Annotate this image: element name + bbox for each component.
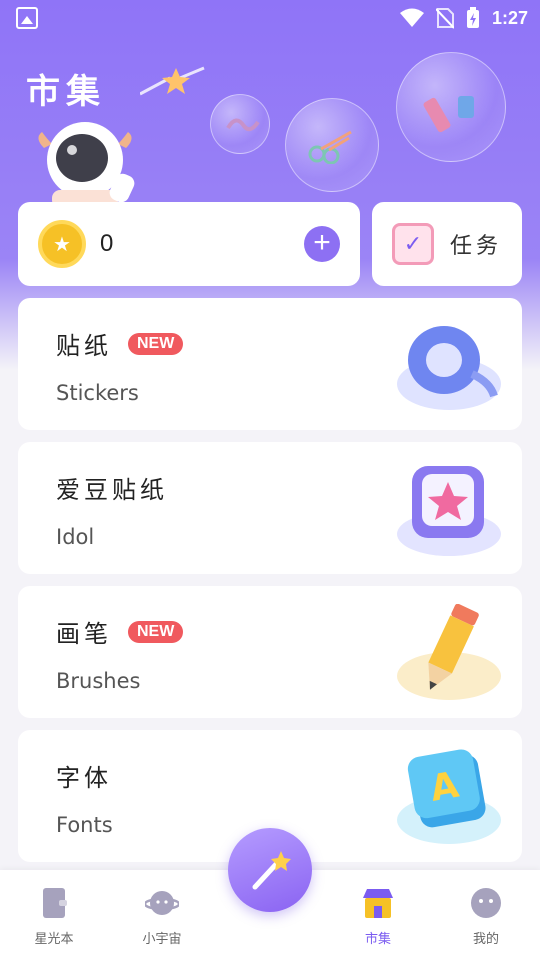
status-time: 1:27 [491, 7, 528, 28]
notebook-icon [43, 888, 67, 918]
new-badge: NEW [128, 332, 184, 355]
item-name: 画笔 [56, 620, 112, 648]
scissors-icon [308, 130, 352, 164]
stationery-icon [423, 96, 474, 133]
task-label: 任务 [450, 234, 503, 259]
tab-universe[interactable]: 小宇宙 [108, 870, 216, 960]
coin-balance-card: ★ 0 + [18, 202, 360, 286]
market-item-stickers[interactable]: 贴纸 NEW Stickers [18, 298, 522, 430]
checkbox-icon: ✓ [392, 223, 434, 265]
battery-charging-icon [466, 7, 479, 28]
store-icon [363, 889, 393, 918]
add-coins-button[interactable]: + [304, 226, 340, 262]
letter-block-icon: A [397, 749, 501, 844]
tab-label: 我的 [472, 932, 499, 947]
new-badge: NEW [128, 620, 184, 643]
create-fab-button[interactable] [228, 828, 312, 912]
tape-roll-icon [397, 326, 501, 410]
planet-icon [145, 891, 179, 915]
astronaut-mascot [38, 122, 135, 208]
ribbon-icon [226, 118, 260, 132]
tab-label: 市集 [364, 932, 391, 947]
pencil-icon [397, 604, 501, 700]
tab-notebook[interactable]: 星光本 [0, 870, 108, 960]
coin-balance: 0 [100, 230, 114, 257]
tab-market[interactable]: 市集 [324, 870, 432, 960]
page-title: 市集 [26, 72, 106, 112]
gallery-notification-icon [16, 7, 38, 29]
item-name: 爱豆贴纸 [56, 476, 168, 504]
task-button[interactable]: ✓ 任务 [372, 202, 522, 286]
status-bar: 1:27 [0, 0, 540, 36]
coin-icon: ★ [38, 220, 86, 268]
wifi-icon [399, 8, 424, 27]
market-item-idol[interactable]: 爱豆贴纸 Idol [18, 442, 522, 574]
tab-label: 小宇宙 [142, 932, 182, 947]
profile-icon [471, 888, 501, 918]
magic-wand-icon [252, 851, 291, 890]
market-item-brushes[interactable]: 画笔 NEW Brushes [18, 586, 522, 718]
shooting-star-icon [140, 66, 205, 96]
tab-profile[interactable]: 我的 [432, 870, 540, 960]
item-name: 字体 [56, 764, 112, 792]
star-sticker-icon [397, 466, 501, 556]
item-name: 贴纸 [56, 332, 112, 360]
tab-label: 星光本 [34, 932, 74, 947]
no-sim-icon [435, 8, 454, 29]
